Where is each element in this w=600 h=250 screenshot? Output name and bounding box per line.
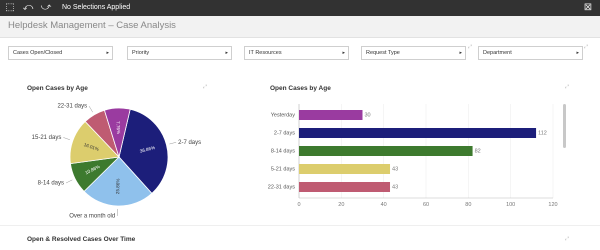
- pie-chart: 36.86%2-7 days25.86%Over a month old10.8…: [32, 104, 202, 220]
- line-chart-title: Open & Resolved Cases Over Time: [27, 236, 136, 243]
- bar-value-label: 30: [365, 112, 371, 118]
- filter-cases-open-closed[interactable]: Cases Open/Closed ▸: [8, 46, 113, 60]
- chevron-right-icon: ▸: [576, 50, 579, 56]
- filter-request-type[interactable]: Request Type ▸: [361, 46, 466, 60]
- bar[interactable]: [299, 182, 391, 192]
- divider: [0, 225, 600, 226]
- pie-leader-line: [63, 137, 71, 141]
- clear-selections-icon[interactable]: ⊠: [582, 2, 594, 14]
- chevron-right-icon: ▸: [459, 50, 462, 56]
- filter-label: Cases Open/Closed: [13, 50, 63, 56]
- step-back-icon[interactable]: ⤺: [22, 2, 34, 14]
- pie-category-label: 8-14 days: [38, 181, 64, 187]
- expand-icon[interactable]: ⤢: [565, 236, 569, 242]
- y-category-label: 2-7 days: [274, 130, 295, 136]
- expand-icon[interactable]: ⤢: [468, 44, 472, 50]
- x-tick-label: 20: [338, 202, 344, 208]
- pie-chart-title: Open Cases by Age: [27, 85, 88, 92]
- bar[interactable]: [299, 164, 391, 174]
- filter-it-resources[interactable]: IT Resources ▸: [244, 46, 349, 60]
- filter-department[interactable]: Department ▸: [478, 46, 583, 60]
- bar-value-label: 112: [538, 130, 547, 136]
- x-tick-label: 40: [381, 202, 387, 208]
- pie-value-label: 25.86%: [115, 179, 120, 195]
- pie-value-label: 7.76%: [115, 121, 120, 134]
- chart-scrollbar[interactable]: [563, 104, 566, 148]
- bar-value-label: 82: [475, 148, 481, 154]
- expand-icon[interactable]: ⤢: [565, 84, 569, 90]
- pie-category-label: 22-31 days: [57, 104, 87, 110]
- pie-leader-line: [88, 105, 93, 113]
- expand-icon[interactable]: ⤢: [203, 84, 207, 90]
- step-forward-icon[interactable]: ⤻: [40, 2, 52, 14]
- x-tick-label: 80: [465, 202, 471, 208]
- y-category-label: 8-14 days: [271, 148, 295, 154]
- y-category-label: 5-21 days: [271, 166, 295, 172]
- filter-label: Request Type: [366, 50, 400, 56]
- toolbar: ⬚ ⤺ ⤻ No Selections Applied ⊠: [0, 0, 600, 16]
- bar-chart: 0 20 40 60 80 100 120 Yesterday 30 2-7 days 112 8-1…: [268, 104, 558, 208]
- x-tick-label: 100: [506, 202, 515, 208]
- y-category-label: 22-31 days: [268, 184, 295, 190]
- x-tick-label: 0: [297, 202, 300, 208]
- selection-status-text: No Selections Applied: [62, 4, 131, 11]
- y-category-label: Yesterday: [271, 112, 296, 118]
- x-tick-label: 60: [423, 202, 429, 208]
- page-title: Helpdesk Management – Case Analysis: [8, 20, 176, 31]
- bar[interactable]: [299, 146, 473, 156]
- filter-label: IT Resources: [249, 50, 282, 56]
- pie-category-label: 15-21 days: [32, 135, 62, 141]
- chevron-right-icon: ▸: [225, 50, 228, 56]
- filter-label: Department: [483, 50, 512, 56]
- lasso-select-icon[interactable]: ⬚: [4, 2, 16, 14]
- pie-leader-line: [169, 142, 177, 145]
- chevron-right-icon: ▸: [342, 50, 345, 56]
- pie-category-label: 2-7 days: [178, 140, 201, 146]
- pie-leader-line: [65, 179, 73, 184]
- x-tick-label: 120: [548, 202, 557, 208]
- sheet-header: Helpdesk Management – Case Analysis: [0, 16, 600, 38]
- expand-icon[interactable]: ⤢: [584, 44, 588, 50]
- bar-chart-title: Open Cases by Age: [270, 85, 331, 92]
- bar-value-label: 43: [392, 184, 398, 190]
- bar-value-label: 43: [392, 166, 398, 172]
- pie-category-label: Over a month old: [69, 214, 115, 220]
- bar[interactable]: [299, 128, 537, 138]
- bar[interactable]: [299, 110, 363, 120]
- filter-label: Priority: [132, 50, 150, 56]
- chevron-right-icon: ▸: [106, 50, 109, 56]
- filter-priority[interactable]: Priority ▸: [127, 46, 232, 60]
